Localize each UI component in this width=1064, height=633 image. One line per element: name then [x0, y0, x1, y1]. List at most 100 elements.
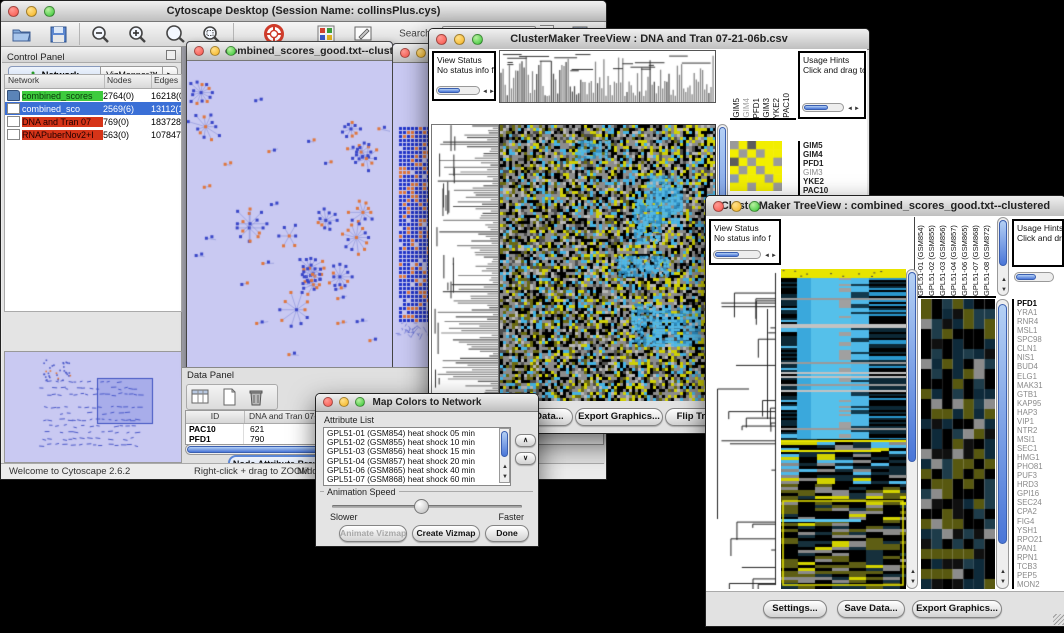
gene-label[interactable]: FIG4 [1017, 517, 1064, 526]
resize-grip[interactable] [1053, 614, 1064, 625]
close-icon[interactable] [713, 201, 724, 212]
export-graphics-button[interactable]: Export Graphics... [575, 408, 663, 426]
tv1-status-scrollbar[interactable] [436, 86, 480, 95]
close-icon[interactable] [8, 6, 19, 17]
network-table-row[interactable]: RNAPuberNov2+I563(0)107847(0) [5, 128, 181, 141]
minimize-icon[interactable] [416, 48, 426, 58]
gene-label[interactable]: PFD1 [1017, 299, 1064, 308]
zoom-window-icon[interactable] [472, 34, 483, 45]
tv1-column-dendrogram[interactable] [499, 50, 716, 103]
dialog-titlebar[interactable]: Map Colors to Network [316, 394, 538, 412]
tv2-column-label[interactable]: GPL51-02 (GSM855) [927, 218, 938, 296]
gene-label[interactable]: GIM4 [803, 150, 847, 159]
tv2-column-label[interactable]: GPL51-06 (GSM865) [960, 218, 971, 296]
export-graphics-button[interactable]: Export Graphics... [912, 600, 1002, 618]
tv2-column-label[interactable]: GPL51-07 (GSM868) [971, 218, 982, 296]
settings-button[interactable]: Settings... [763, 600, 827, 618]
zoom-window-icon[interactable] [226, 46, 236, 56]
save-icon[interactable] [49, 25, 68, 44]
tv2-heatmap-vscrollbar[interactable]: ▲ ▼ [906, 269, 918, 589]
network-canvas[interactable] [187, 61, 390, 373]
gene-label[interactable]: KAP95 [1017, 399, 1064, 408]
gene-label[interactable]: TCB3 [1017, 562, 1064, 571]
scroll-down-icon[interactable]: ▼ [1000, 578, 1006, 586]
scroll-up-icon[interactable]: ▲ [1001, 276, 1007, 284]
close-icon[interactable] [436, 34, 447, 45]
tv1-heatmap[interactable] [499, 124, 716, 423]
minimize-icon[interactable] [339, 397, 349, 407]
tv1-column-label[interactable]: GIM4 [742, 98, 752, 118]
gene-label[interactable]: PFD1 [803, 159, 847, 168]
zoom-out-icon[interactable] [90, 24, 112, 45]
scroll-down-icon[interactable]: ▼ [910, 578, 916, 586]
scroll-up-icon[interactable]: ▲ [910, 568, 916, 576]
float-panel-icon[interactable] [166, 50, 176, 60]
open-folder-icon[interactable] [11, 24, 32, 44]
scroll-up-icon[interactable]: ▲ [502, 463, 508, 471]
scroll-down-icon[interactable]: ▼ [1001, 286, 1007, 294]
col-nodes[interactable]: Nodes [105, 75, 152, 88]
gene-label[interactable]: NIS1 [1017, 353, 1064, 362]
window-controls[interactable] [713, 201, 760, 212]
scroll-left-icon[interactable]: ◄ [764, 252, 770, 260]
gene-label[interactable]: PEP5 [1017, 571, 1064, 580]
gene-label[interactable]: MAK31 [1017, 381, 1064, 390]
new-attribute-icon[interactable] [220, 387, 238, 407]
gene-label[interactable]: GPI16 [1017, 489, 1064, 498]
gene-label[interactable]: HAP3 [1017, 408, 1064, 417]
gene-label[interactable]: NTR2 [1017, 426, 1064, 435]
zoom-window-icon[interactable] [355, 397, 365, 407]
col-network[interactable]: Network [5, 75, 105, 88]
gene-label[interactable]: ELG1 [1017, 372, 1064, 381]
gene-label[interactable]: YSH1 [1017, 526, 1064, 535]
attribute-select-icon[interactable] [190, 387, 212, 407]
gene-label[interactable]: PAC10 [803, 186, 847, 195]
attribute-listbox[interactable]: GPL51-01 (GSM854) heat shock 05 minGPL51… [323, 427, 511, 486]
gene-label[interactable]: CLN1 [1017, 344, 1064, 353]
window-controls[interactable] [194, 46, 236, 56]
gene-label[interactable]: GIM5 [803, 141, 847, 150]
gene-label[interactable]: RNR4 [1017, 317, 1064, 326]
window-controls[interactable] [323, 397, 365, 407]
gene-label[interactable]: MON2 [1017, 580, 1064, 589]
tv1-hints-scrollbar[interactable] [802, 103, 844, 112]
move-down-button[interactable]: ∨ [515, 452, 536, 465]
network-overview-panel[interactable] [4, 351, 182, 463]
tv2-row-dendrogram[interactable] [709, 269, 780, 589]
gene-label[interactable]: PAN1 [1017, 544, 1064, 553]
close-icon[interactable] [323, 397, 333, 407]
tv1-column-label[interactable]: YKE2 [772, 98, 782, 118]
tv2-column-label[interactable]: GPL51-03 (GSM856) [938, 218, 949, 296]
col-id[interactable]: ID [186, 411, 245, 423]
minimize-icon[interactable] [454, 34, 465, 45]
scroll-right-icon[interactable]: ► [489, 88, 495, 96]
tv2-column-label[interactable]: GPL51-08 (GSM872) [982, 218, 993, 296]
window-controls[interactable] [8, 6, 55, 17]
minimize-icon[interactable] [26, 6, 37, 17]
gene-label[interactable]: RPO21 [1017, 535, 1064, 544]
gene-label[interactable]: CPA2 [1017, 507, 1064, 516]
zoom-fit-icon[interactable] [164, 24, 188, 45]
speed-slider-thumb[interactable] [414, 499, 429, 514]
minimize-icon[interactable] [210, 46, 220, 56]
tv2-status-scrollbar[interactable] [713, 250, 761, 259]
minimize-icon[interactable] [731, 201, 742, 212]
col-edges[interactable]: Edges [152, 75, 181, 88]
done-button[interactable]: Done [485, 525, 529, 542]
move-up-button[interactable]: ∧ [515, 434, 536, 447]
gene-label[interactable]: MSI1 [1017, 435, 1064, 444]
tv2-zoom-heatmap[interactable] [921, 299, 995, 589]
gene-label[interactable]: HMG1 [1017, 453, 1064, 462]
zoom-window-icon[interactable] [44, 6, 55, 17]
gene-label[interactable]: BUD4 [1017, 362, 1064, 371]
tv2-hints-scrollbar[interactable] [1014, 272, 1054, 282]
scroll-up-icon[interactable]: ▲ [1000, 568, 1006, 576]
scroll-down-icon[interactable]: ▼ [502, 473, 508, 481]
attribute-list-vscrollbar[interactable]: ▲ ▼ [499, 428, 510, 483]
gene-label[interactable]: SPC98 [1017, 335, 1064, 344]
scroll-right-icon[interactable]: ► [854, 105, 860, 113]
scroll-right-icon[interactable]: ► [771, 252, 777, 260]
network-table-row[interactable]: combined_sco2569(6)13112(15) [5, 102, 181, 115]
gene-label[interactable]: PUF3 [1017, 471, 1064, 480]
gene-label[interactable]: GIM3 [803, 168, 847, 177]
